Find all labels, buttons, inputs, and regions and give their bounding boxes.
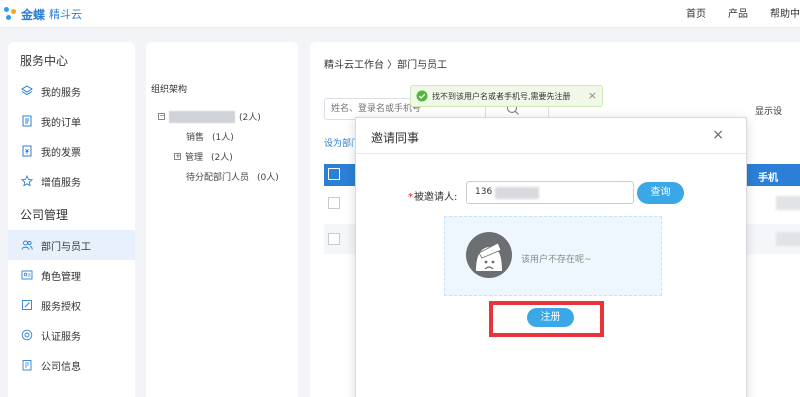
expand-icon[interactable]: + — [174, 153, 181, 160]
sidebar-item-departments[interactable]: 部门与员工 — [8, 230, 135, 260]
sidebar: 服务中心 我的服务 我的订单 我的发票 增值服务 公司管理 部门与员工 角色管理… — [8, 42, 135, 397]
tree-node-count: (2人) — [211, 153, 233, 163]
phone-redacted — [776, 196, 800, 210]
sidebar-group-company: 公司管理 — [20, 208, 69, 222]
org-title: 组织架构 — [151, 85, 188, 95]
collapse-icon[interactable]: − — [158, 113, 165, 120]
invoice-icon — [22, 145, 32, 157]
sidebar-item-my-orders[interactable]: 我的订单 — [8, 106, 135, 136]
sidebar-item-label: 我的订单 — [41, 117, 81, 129]
brand-product: 精斗云 — [49, 8, 83, 21]
invitee-label-text: 被邀请人: — [414, 192, 458, 203]
tree-node-sales[interactable]: 销售 (1人) — [186, 130, 234, 143]
sidebar-item-company-info[interactable]: 公司信息 — [8, 350, 135, 380]
search-result-box: 该用户不存在呢~ — [444, 216, 662, 296]
tree-root-node[interactable]: − (2人) — [158, 110, 261, 123]
verify-icon — [21, 329, 33, 341]
query-button[interactable]: 查询 — [637, 182, 684, 204]
close-icon[interactable]: × — [712, 127, 724, 143]
breadcrumb[interactable]: 精斗云工作台 〉部门与员工 — [324, 56, 447, 71]
brand-logo[interactable]: 金蝶 精斗云 — [4, 4, 82, 24]
phone-redacted — [495, 187, 539, 199]
phone-value: 136 — [475, 187, 493, 197]
invite-colleague-dialog: 邀请同事 × *被邀请人: 136 查询 该用户不存在呢~ 注册 — [355, 117, 747, 397]
sidebar-item-service-auth[interactable]: 服务授权 — [8, 290, 135, 320]
check-circle-icon — [416, 90, 428, 102]
sidebar-item-roles[interactable]: 角色管理 — [8, 260, 135, 290]
org-structure-panel: 组织架构 − (2人) 销售 (1人) + 管理 (2人) 待分配部门人员 (0… — [146, 42, 298, 397]
user-not-found-text: 该用户不存在呢~ — [521, 255, 592, 265]
sidebar-item-label: 我的发票 — [41, 147, 81, 159]
brand-name: 金蝶 — [21, 7, 46, 22]
dialog-header: 邀请同事 × — [356, 118, 746, 154]
sidebar-item-label: 公司信息 — [41, 361, 81, 373]
sidebar-item-label: 认证服务 — [41, 331, 81, 343]
logo-mark-icon — [4, 7, 18, 21]
tree-node-label: 待分配部门人员 — [186, 173, 250, 183]
sidebar-item-my-services[interactable]: 我的服务 — [8, 76, 135, 106]
warning-toast: 找不到该用户名或者手机号,需要先注册 × — [410, 85, 603, 107]
sidebar-item-my-invoices[interactable]: 我的发票 — [8, 136, 135, 166]
column-phone: 手机 — [758, 173, 778, 184]
empty-avatar-icon — [466, 232, 512, 278]
dialog-title: 邀请同事 — [371, 131, 420, 145]
nav-product[interactable]: 产品 — [728, 5, 748, 20]
layers-icon — [21, 85, 33, 96]
sidebar-item-label: 部门与员工 — [41, 241, 91, 253]
tree-node-count: (0人) — [257, 173, 279, 183]
invitee-label: *被邀请人: — [408, 188, 457, 203]
tree-node-label: 管理 — [185, 153, 204, 163]
tree-root-count: (2人) — [239, 113, 261, 123]
row-checkbox[interactable] — [328, 197, 340, 209]
tree-node-count: (1人) — [212, 133, 234, 143]
tree-node-management[interactable]: + 管理 (2人) — [174, 150, 233, 163]
sidebar-item-label: 我的服务 — [41, 87, 81, 99]
invitee-phone-input[interactable]: 136 — [466, 181, 634, 204]
display-settings-link[interactable]: 显示设 — [755, 104, 782, 117]
phone-redacted — [776, 232, 800, 246]
company-name-redacted — [169, 110, 235, 123]
star-icon — [21, 175, 33, 187]
sidebar-item-value-added[interactable]: 增值服务 — [8, 166, 135, 196]
company-icon — [22, 360, 32, 371]
top-bar: 金蝶 精斗云 首页 产品 帮助中 — [0, 0, 800, 28]
tree-node-unassigned[interactable]: 待分配部门人员 (0人) — [186, 170, 279, 183]
document-icon — [22, 115, 32, 127]
register-button[interactable]: 注册 — [527, 308, 574, 327]
top-nav: 首页 产品 帮助中 — [664, 0, 800, 24]
required-mark: * — [408, 192, 413, 203]
toast-message: 找不到该用户名或者手机号,需要先注册 — [432, 92, 571, 101]
row-checkbox[interactable] — [328, 233, 340, 245]
sidebar-group-service: 服务中心 — [20, 54, 69, 68]
nav-help[interactable]: 帮助中 — [770, 5, 800, 20]
tree-node-label: 销售 — [186, 133, 205, 143]
role-icon — [21, 270, 33, 280]
nav-home[interactable]: 首页 — [686, 5, 706, 20]
select-all-checkbox[interactable] — [328, 168, 340, 180]
sidebar-item-label: 角色管理 — [41, 271, 81, 283]
edit-icon — [22, 300, 32, 310]
toast-close-icon[interactable]: × — [588, 89, 597, 102]
sidebar-item-verification[interactable]: 认证服务 — [8, 320, 135, 350]
users-icon — [21, 240, 33, 250]
sidebar-item-label: 增值服务 — [41, 177, 81, 189]
sidebar-item-label: 服务授权 — [41, 301, 81, 313]
